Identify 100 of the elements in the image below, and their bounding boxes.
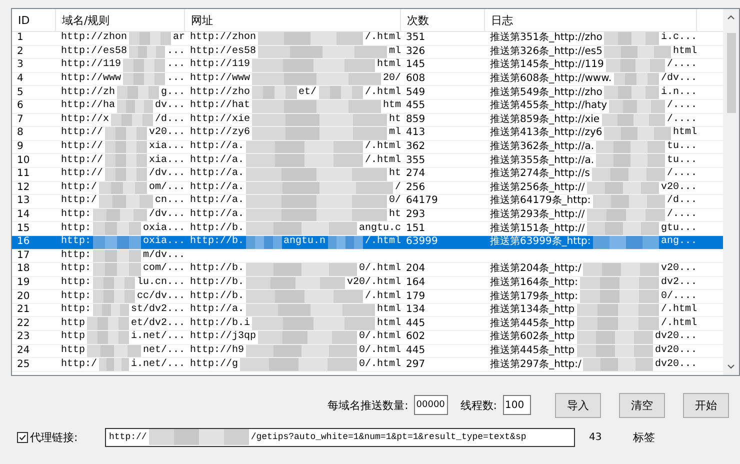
table-cell: 17 [17,250,30,262]
redaction-mosaic [123,59,165,72]
table-row[interactable]: 19 http: lu.cn... http://b. v20/.html 164 推送第164条_http: dv2... [12,276,723,290]
table-cell: http://a. [190,182,244,194]
table-row[interactable]: 7 http://x /d... http://xie ht 859 推送第859条_http://xie /.... [12,114,723,128]
column-header[interactable]: 日志 [485,9,697,31]
table-cell: http:// [61,127,104,140]
table-row[interactable]: 6 http://ha dv... http://hat htm 455 推送第455条_http://haty /.... [12,100,723,114]
table-cell: http://b. [190,222,244,235]
table-row[interactable]: 3 http://119 ... http://119 html 145 推送第145条_http://119 /.... [12,59,723,73]
table-row[interactable]: 5 http://zh g... http://zho et/ /.html 549 推送第549条_http://zho i.n... [12,86,723,100]
table-cell: ht [388,209,401,222]
scrollbar[interactable] [723,9,739,375]
table-cell: 602 [406,331,426,344]
table-cell: net/... [142,344,185,357]
table-cell: 推送第179条_http: [490,290,578,303]
table-cell: /.... [666,114,697,126]
table-cell: 推送第145条_http://119 [490,59,604,72]
table-row[interactable]: 10 http:// xia... http://a. /.html 355 推送第355条_http://a. tu... [12,154,723,168]
redaction-mosaic [592,236,659,248]
action-button[interactable]: 开始 [683,392,729,418]
scrollbar-thumb[interactable] [726,33,736,113]
table-cell: http://hat [190,100,250,112]
proxy-label: 代理链接: [30,430,78,444]
table-cell: /.html [365,236,401,248]
table-row[interactable]: 23 http i.net/... http://j3qp 0/.html 602 推送第602条_http dv20... [12,331,723,345]
column-header[interactable]: ID [12,9,56,31]
table-row[interactable]: 21 http: st/dv2... http://a. html 134 推送第134条_http /.html [12,304,723,318]
table-cell: html [672,127,697,140]
table-row[interactable]: 4 http://www ... http://www 20/ 608 推送第608条_http://www. /dv... [12,72,723,86]
table-cell: 859 [406,114,426,126]
table-cell: 推送第362条_http://a. [490,141,594,154]
threads-field[interactable]: 100 [503,395,531,415]
table-row[interactable]: 12 http:/ om/... http://a. / 256 推送第256条_http:// v20... [12,182,723,196]
table-cell: 608 [406,73,426,86]
table-row[interactable]: 11 http:// /dv... http://a. ht 274 推送第274条_http://s /.... [12,168,723,182]
table-cell: 13 [17,195,30,208]
table-cell: g... [160,86,185,99]
table-row[interactable]: 20 http: cc/dv... http://b. /.html 179 推送第179条_http: 0/.... [12,290,723,304]
table-row[interactable]: 16 http: oxia... http://b. angtu.n /.html 63999 推送第63999条_http: ang... [12,236,723,250]
table-cell: 2 [17,46,24,58]
table-cell: v20... [660,263,697,276]
count-text: 43 [589,432,603,442]
table-cell: 145 [406,59,426,72]
table-cell: http:/ [61,358,98,371]
table-cell: dv20... [654,331,697,344]
table-cell: 推送第445条_http [490,344,575,357]
table-cell: 151 [406,222,426,235]
table-row[interactable]: 15 http: oxia... http://b. angtu.c 151 推送第151条_http:// gtu... [12,222,723,236]
table-row[interactable]: 24 http net/... http://h9 0/.html 445 推送第445条_http dv20... [12,344,723,358]
table-cell: http: [61,276,92,289]
table-cell: om/... [148,182,185,194]
table-cell: 0/.... [660,290,697,303]
table-cell: http://b. [190,276,244,289]
table-cell: 21 [17,304,30,316]
table-cell: http: [61,263,92,276]
column-header[interactable]: 域名/规则 [56,9,185,31]
table-row[interactable]: 9 http:// xia... http://a. /.html 362 推送第362条_http://a. tu... [12,140,723,154]
action-button[interactable]: 清空 [619,392,665,418]
redaction-mosaic [604,86,659,99]
table-cell: v20... [660,182,697,194]
redaction-mosaic [87,317,129,330]
table-row[interactable]: 22 http et/dv2... http://b.i html 445 推送第445条_http /.html [12,317,723,332]
table-cell: v20/.html [346,276,401,289]
proxy-url-field[interactable]: http:// /getips?auto_white=1&num=1&pt=1&result_type=text&sp [105,428,575,446]
table-row[interactable]: 18 http: com/... http://b. 0/.html 204 推送第204条_http:/ v20... [12,263,723,277]
table-cell: 64179 [406,195,438,208]
action-button[interactable]: 导入 [555,392,601,418]
table-cell: 5 [17,86,24,99]
column-header[interactable]: 网址 [185,9,401,31]
table-cell: ... [166,73,185,86]
table-cell: 19 [17,276,30,289]
table-cell: 164 [406,276,426,289]
table-cell: http:/ [61,182,98,194]
table-row[interactable]: 2 http://es58 ... http://es58 ml 326 推送第326条_http://es5 html [12,46,723,60]
table-cell: http://a. [190,195,244,208]
table-cell: /d... [666,195,697,208]
table-cell: 推送第355条_http://a. [490,154,594,167]
per-domain-count-field[interactable]: 00000 [414,395,448,415]
table-row[interactable]: 13 http:/ cn... http://a. 0/ 64179 推送第64179条_http: /d... [12,195,723,209]
redaction-mosaic [117,100,153,113]
table-cell: 0/.html [358,358,401,371]
table-cell: http://es58 [61,46,128,58]
table-cell: ... [166,46,185,58]
column-header[interactable]: 次数 [401,9,485,31]
redaction-mosaic [105,168,147,181]
table-cell: angtu.n [284,236,326,248]
table-cell: 推送第445条_http [490,318,575,330]
table-row[interactable]: 25 http:/ i.net/... http://g 0/.html 297 推送第297条_http:/ dv20... [12,358,723,372]
table-cell: 256 [406,182,426,194]
table-row[interactable]: 8 http:// v20... http://zy6 ml 413 推送第413条_http://zy6 html [12,127,723,141]
checkbox[interactable] [17,432,28,442]
table-row[interactable]: 1 http://zhon ar http://zhon /.html 351 推送第351条_http://zho i.c... [12,32,723,46]
table-row[interactable]: 14 http: /dv... http://a. ht 293 推送第293条_http:// /.... [12,208,723,222]
tag-label: 标签 [633,430,655,444]
table-cell: http://j3qp [190,331,256,344]
redaction-mosaic [606,59,665,72]
per-domain-label: 每域名推送数量: [328,398,408,412]
redaction-mosaic [117,86,159,99]
table-cell: / [394,182,401,194]
